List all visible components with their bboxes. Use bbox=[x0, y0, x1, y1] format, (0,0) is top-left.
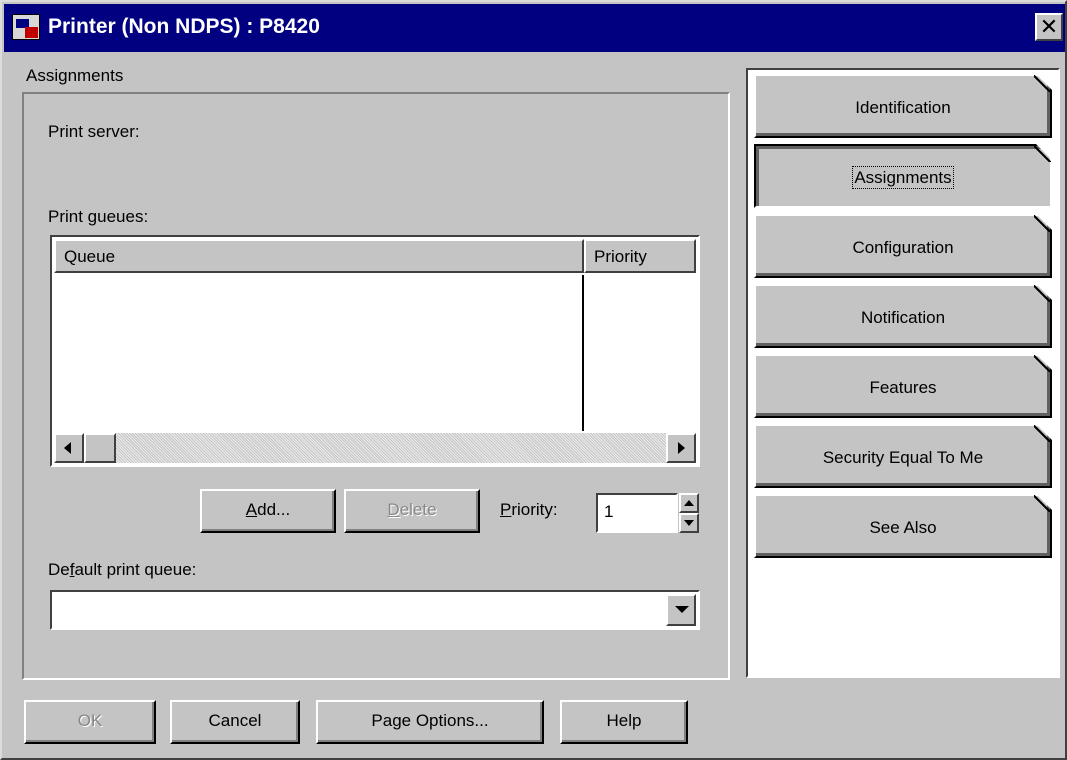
scroll-left-button[interactable] bbox=[54, 433, 84, 463]
printer-dialog: Printer (Non NDPS) : P8420 ✕ Assignments… bbox=[0, 0, 1067, 760]
ok-button[interactable]: OK bbox=[24, 700, 156, 744]
tab-assignments[interactable]: Assignments bbox=[754, 144, 1052, 208]
print-queues-label: Print gueues: bbox=[48, 207, 149, 226]
page-options-button[interactable]: Page Options... bbox=[316, 700, 544, 744]
scroll-right-button[interactable] bbox=[666, 433, 696, 463]
default-print-queue-combo[interactable] bbox=[50, 590, 700, 630]
add-button[interactable]: Add... bbox=[200, 489, 336, 533]
priority-spinner[interactable] bbox=[679, 493, 699, 533]
close-icon[interactable]: ✕ bbox=[1035, 13, 1063, 41]
column-header-queue[interactable]: Queue bbox=[54, 239, 584, 273]
arrow-left-icon bbox=[64, 442, 71, 454]
title-bar[interactable]: Printer (Non NDPS) : P8420 ✕ bbox=[4, 4, 1065, 52]
arrow-down-icon bbox=[684, 520, 694, 526]
column-divider bbox=[582, 275, 584, 431]
assignments-group-label: Assignments bbox=[26, 66, 124, 85]
column-header-priority[interactable]: Priority bbox=[584, 239, 696, 273]
tab-configuration[interactable]: Configuration bbox=[754, 214, 1052, 278]
dropdown-button[interactable] bbox=[666, 594, 696, 626]
spin-down-button[interactable] bbox=[679, 513, 699, 533]
help-button[interactable]: Help bbox=[560, 700, 688, 744]
tab-identification[interactable]: Identification bbox=[754, 74, 1052, 138]
chevron-down-icon bbox=[675, 606, 689, 613]
tab-notification[interactable]: Notification bbox=[754, 284, 1052, 348]
arrow-up-icon bbox=[684, 500, 694, 506]
horizontal-scrollbar[interactable] bbox=[54, 433, 696, 463]
window-title: Printer (Non NDPS) : P8420 bbox=[48, 15, 320, 38]
print-server-label: Print server: bbox=[48, 122, 140, 141]
arrow-right-icon bbox=[678, 442, 685, 454]
tab-security-equal-to-me[interactable]: Security Equal To Me bbox=[754, 424, 1052, 488]
tab-features[interactable]: Features bbox=[754, 354, 1052, 418]
print-queues-list[interactable]: Queue Priority bbox=[50, 235, 700, 467]
printer-app-icon[interactable] bbox=[12, 14, 40, 40]
priority-label: Priority: bbox=[500, 500, 558, 519]
priority-input[interactable]: 1 bbox=[596, 493, 678, 533]
default-print-queue-label: Default print queue: bbox=[48, 560, 197, 579]
cancel-button[interactable]: Cancel bbox=[170, 700, 300, 744]
spin-up-button[interactable] bbox=[679, 493, 699, 513]
scroll-thumb[interactable] bbox=[84, 433, 116, 463]
tab-see-also[interactable]: See Also bbox=[754, 494, 1052, 558]
delete-button[interactable]: Delete bbox=[344, 489, 480, 533]
